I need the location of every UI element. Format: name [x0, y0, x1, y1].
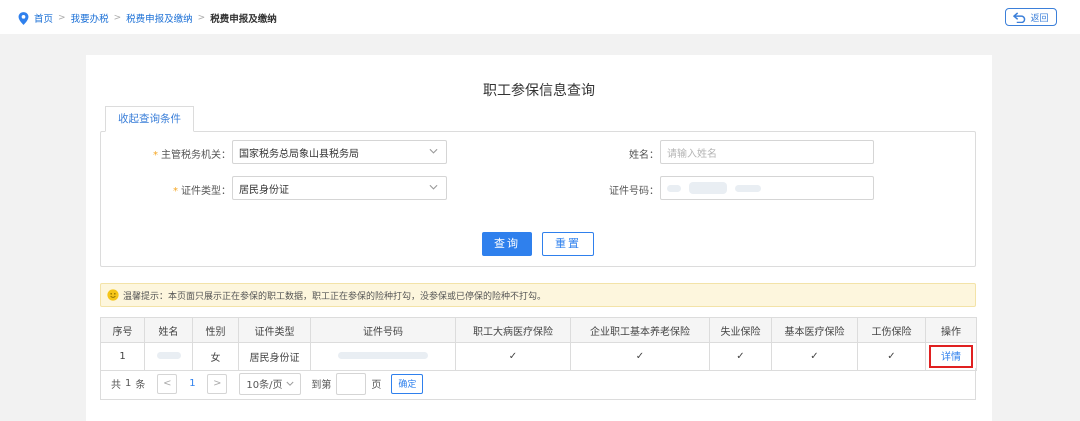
tab-collapse-query[interactable]: 收起查询条件 [105, 106, 194, 132]
column-header: 证件类型 [238, 317, 311, 343]
confirm-jump-button[interactable]: 确定 [391, 373, 424, 394]
name-input[interactable]: 请输入姓名 [660, 140, 874, 164]
id-type-select[interactable]: 居民身份证 [232, 176, 447, 200]
breadcrumb-separator: > [58, 13, 66, 23]
tax-office-label: * 主管税务机关： [153, 150, 231, 161]
name-placeholder: 请输入姓名 [667, 148, 717, 160]
required-mark: * [173, 186, 178, 197]
column-header: 失业保险 [709, 317, 772, 343]
column-header: 企业职工基本养老保险 [570, 317, 710, 343]
cell-id-number-redacted [310, 342, 456, 371]
breadcrumb: 首页 > 我要办税 > 税费申报及缴纳 > 税费申报及缴纳 [18, 11, 277, 25]
breadcrumb-declare-link[interactable]: 税费申报及缴纳 [126, 11, 193, 25]
cell-action: 详情 [925, 342, 977, 371]
breadcrumb-current: 税费申报及缴纳 [210, 14, 277, 25]
column-header: 证件号码 [310, 317, 456, 343]
column-header: 操作 [925, 317, 977, 343]
back-button[interactable]: 返回 [1005, 8, 1057, 26]
column-header: 职工大病医疗保险 [455, 317, 571, 343]
total-count: 1 [125, 378, 132, 389]
query-panel: * 主管税务机关： 国家税务总局象山县税务局 姓名： 请输入姓名 * 证件类型： 居… [100, 131, 976, 267]
breadcrumb-home-link[interactable]: 首页 [34, 11, 53, 25]
cell-check: ✓ [570, 342, 710, 371]
chevron-down-icon [429, 184, 438, 190]
redacted-value [338, 352, 428, 359]
cell-name-redacted [144, 342, 193, 371]
reset-button[interactable]: 重置 [542, 232, 594, 256]
redacted-value [689, 182, 727, 194]
query-button[interactable]: 查询 [482, 232, 532, 256]
column-header: 基本医疗保险 [771, 317, 858, 343]
top-bar: 首页 > 我要办税 > 税费申报及缴纳 > 税费申报及缴纳 返回 [0, 0, 1080, 34]
insurance-table: 序号 姓名 性别 证件类型 证件号码 职工大病医疗保险 企业职工基本养老保险 失… [100, 317, 977, 371]
id-number-input[interactable] [660, 176, 874, 200]
chevron-down-icon [286, 381, 294, 386]
cell-gender: 女 [192, 342, 239, 371]
detail-link[interactable]: 详情 [929, 345, 973, 368]
main-content: 职工参保信息查询 收起查询条件 * 主管税务机关： 国家税务总局象山县税务局 姓名… [86, 55, 992, 421]
total-prefix: 共 [111, 380, 121, 391]
column-header: 姓名 [144, 317, 193, 343]
cell-check: ✓ [771, 342, 858, 371]
id-number-label: 证件号码： [609, 186, 659, 197]
jump-page-input[interactable] [336, 372, 367, 395]
cell-check: ✓ [709, 342, 772, 371]
page-size-select[interactable]: 10条/页 [239, 372, 302, 395]
breadcrumb-separator: > [197, 13, 206, 23]
next-page-button[interactable]: > [207, 373, 228, 394]
prev-page-button[interactable]: < [157, 373, 178, 394]
jump-prefix: 到第 [311, 380, 332, 391]
name-label: 姓名： [629, 150, 659, 161]
smile-icon [107, 289, 119, 301]
redacted-value [735, 184, 761, 192]
tax-office-value: 国家税务总局象山县税务局 [239, 148, 359, 160]
table-header-row: 序号 姓名 性别 证件类型 证件号码 职工大病医疗保险 企业职工基本养老保险 失… [100, 317, 977, 343]
column-header: 性别 [192, 317, 239, 343]
tip-banner: 温馨提示：本页面只展示正在参保的职工数据，职工正在参保的险种打勾，没参保或已停保… [100, 283, 976, 307]
cell-check: ✓ [857, 342, 926, 371]
id-type-value: 居民身份证 [239, 184, 289, 196]
page-size-value: 10条/页 [246, 380, 283, 391]
chevron-down-icon [429, 148, 438, 154]
page-title: 职工参保信息查询 [483, 83, 595, 99]
column-header: 工伤保险 [857, 317, 926, 343]
redacted-value [667, 184, 681, 192]
cell-check: ✓ [455, 342, 571, 371]
column-header: 序号 [100, 317, 145, 343]
location-pin-icon [18, 11, 29, 25]
return-arrow-icon [1013, 11, 1026, 23]
pagination: 共 1 条 < 1 > 10条/页 到第 页 确定 [100, 368, 976, 400]
jump-suffix: 页 [371, 380, 382, 391]
breadcrumb-tax-link[interactable]: 我要办税 [71, 11, 109, 25]
table-row: 1 女 居民身份证 ✓ ✓ ✓ ✓ ✓ 详情 [100, 342, 977, 371]
required-mark: * [153, 150, 158, 161]
page-number[interactable]: 1 [181, 378, 203, 389]
tip-text: 温馨提示：本页面只展示正在参保的职工数据，职工正在参保的险种打勾，没参保或已停保… [123, 291, 547, 302]
total-suffix: 条 [135, 380, 146, 391]
redacted-value [156, 352, 181, 359]
cell-index: 1 [100, 342, 145, 371]
id-type-label: * 证件类型： [173, 186, 231, 197]
breadcrumb-separator: > [113, 13, 122, 23]
cell-id-type: 居民身份证 [238, 342, 311, 371]
back-button-label: 返回 [1030, 13, 1049, 24]
tax-office-select[interactable]: 国家税务总局象山县税务局 [232, 140, 447, 164]
